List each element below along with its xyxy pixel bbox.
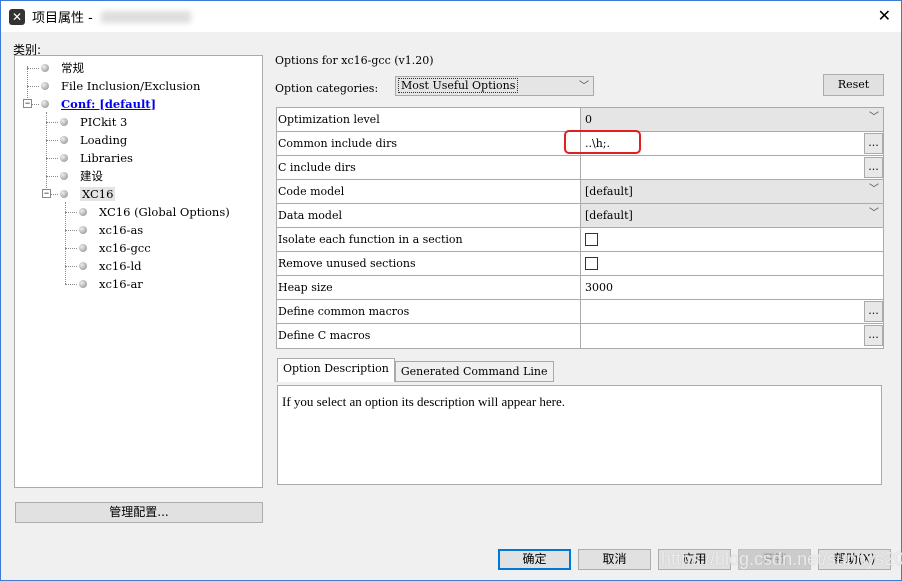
tree-label: xc16-ld (99, 259, 142, 273)
manage-configurations-button[interactable]: 管理配置... (15, 502, 263, 523)
tree-item-libraries[interactable]: Libraries (60, 149, 133, 167)
tab-option-description[interactable]: Option Description (277, 358, 395, 382)
tree-label: File Inclusion/Exclusion (61, 79, 201, 93)
option-key: Define C macros (277, 324, 581, 348)
code-model-select[interactable]: [default] ﹀ (581, 180, 883, 203)
tree-item-xc16-ld[interactable]: xc16-ld (79, 257, 142, 275)
option-description: If you select an option its description … (277, 385, 882, 485)
window-title: 项目属性 - (32, 11, 93, 26)
tree-label: Loading (80, 133, 128, 147)
option-key: Optimization level (277, 108, 581, 131)
isolate-function-checkbox[interactable] (585, 233, 598, 246)
browse-button[interactable]: ... (864, 325, 883, 346)
option-key: Define common macros (277, 300, 581, 323)
optimization-level-select[interactable]: 0 ﹀ (581, 108, 883, 131)
unlock-button: 开锁 (738, 549, 811, 570)
option-row: Data model [default] ﹀ (277, 204, 883, 228)
option-key: Data model (277, 204, 581, 227)
tree-item-build[interactable]: 建设 (60, 167, 103, 185)
browse-button[interactable]: ... (864, 157, 883, 178)
option-row: Define C macros... (277, 324, 883, 348)
tree-label: XC16 (80, 187, 116, 201)
category-tree: − − 常规 File Inclusion/Exclusion Conf: [d… (14, 55, 263, 488)
tree-item-xc16-gcc[interactable]: xc16-gcc (79, 239, 151, 257)
tree-item-conf[interactable]: Conf: [default] (41, 95, 156, 113)
option-key: Remove unused sections (277, 252, 581, 275)
data-model-select[interactable]: [default] ﹀ (581, 204, 883, 227)
tree-label: Libraries (80, 151, 133, 165)
tree-item-xc16-as[interactable]: xc16-as (79, 221, 143, 239)
browse-button[interactable]: ... (864, 301, 883, 322)
tree-label: xc16-as (99, 223, 144, 237)
option-row: Define common macros... (277, 300, 883, 324)
tree-item-file-inclusion[interactable]: File Inclusion/Exclusion (41, 77, 200, 95)
reset-button[interactable]: Reset (823, 74, 884, 96)
option-key: C include dirs (277, 156, 581, 179)
c-include-dirs-input[interactable]: ... (581, 156, 883, 179)
title-bar: ✕ 项目属性 - ✕ (1, 1, 901, 32)
tree-item-general[interactable]: 常规 (41, 59, 84, 77)
app-icon: ✕ (9, 8, 25, 25)
selected-value: Most Useful Options (398, 78, 519, 93)
tree-item-loading[interactable]: Loading (60, 131, 127, 149)
define-c-macros-input[interactable]: ... (581, 324, 883, 348)
tree-item-xc16-ar[interactable]: xc16-ar (79, 275, 143, 293)
option-key: Common include dirs (277, 132, 581, 155)
close-icon[interactable]: ✕ (878, 6, 891, 25)
tree-item-pickit[interactable]: PICkit 3 (60, 113, 127, 131)
option-categories-select[interactable]: Most Useful Options ﹀ (395, 76, 594, 96)
collapse-icon[interactable]: − (42, 189, 51, 198)
option-key: Heap size (277, 276, 581, 299)
apply-button[interactable]: 应用 (658, 549, 731, 570)
option-row: C include dirs... (277, 156, 883, 180)
option-row: Code model [default] ﹀ (277, 180, 883, 204)
chevron-down-icon: ﹀ (869, 184, 879, 195)
define-common-macros-input[interactable]: ... (581, 300, 883, 323)
tree-label: 建设 (80, 169, 103, 183)
tree-label: XC16 (Global Options) (99, 205, 230, 219)
blurred-project-name (100, 10, 191, 23)
tree-item-xc16-global[interactable]: XC16 (Global Options) (79, 203, 230, 221)
help-button[interactable]: 帮助(X) (818, 549, 891, 570)
tree-item-xc16[interactable]: XC16 (60, 185, 116, 203)
option-key: Isolate each function in a section (277, 228, 581, 251)
chevron-down-icon: ﹀ (869, 112, 879, 123)
tree-label: xc16-ar (99, 277, 143, 291)
option-row: Remove unused sections (277, 252, 883, 276)
option-row: Heap size 3000 (277, 276, 883, 300)
option-row: Isolate each function in a section (277, 228, 883, 252)
tab-generated-command-line[interactable]: Generated Command Line (394, 361, 554, 382)
collapse-icon[interactable]: − (23, 99, 32, 108)
tree-label: 常规 (61, 61, 84, 75)
heap-size-input[interactable]: 3000 (581, 276, 883, 299)
chevron-down-icon: ﹀ (869, 208, 879, 219)
tree-label: xc16-gcc (99, 241, 151, 255)
options-for-label: Options for xc16-gcc (v1.20) (275, 54, 434, 67)
ok-button[interactable]: 确定 (498, 549, 571, 570)
browse-button[interactable]: ... (864, 133, 883, 154)
remove-unused-sections-checkbox[interactable] (585, 257, 598, 270)
option-row: Optimization level 0 ﹀ (277, 108, 883, 132)
chevron-down-icon: ﹀ (579, 81, 589, 92)
option-categories-label: Option categories: (275, 82, 379, 95)
cancel-button[interactable]: 取消 (578, 549, 651, 570)
tree-label: Conf: [default] (61, 97, 157, 111)
option-key: Code model (277, 180, 581, 203)
tree-label: PICkit 3 (80, 115, 128, 129)
highlight-annotation (564, 130, 641, 154)
